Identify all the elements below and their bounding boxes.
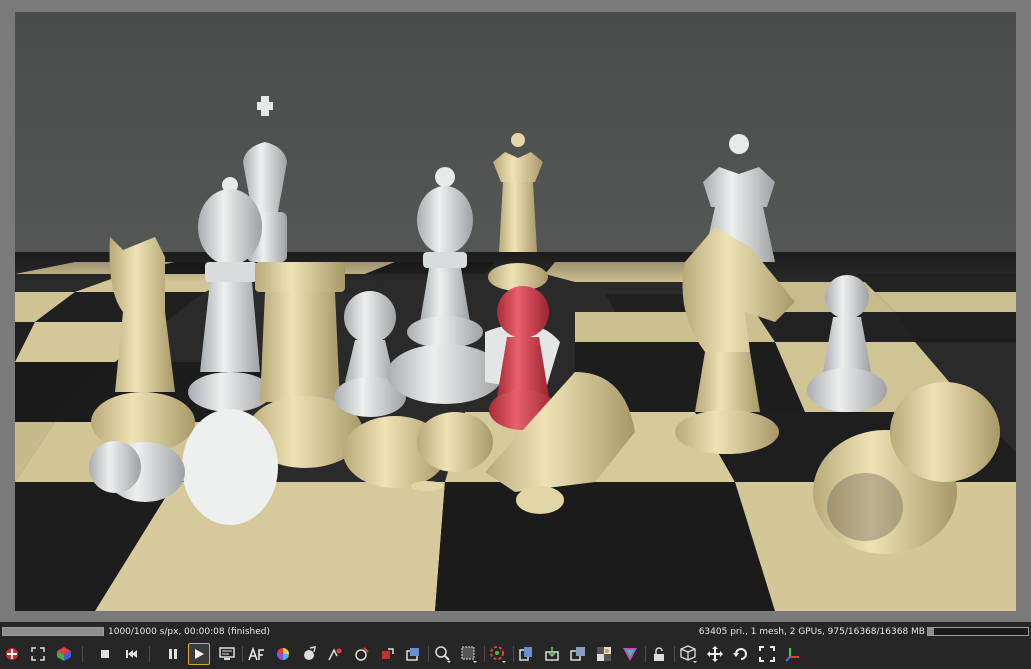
pause-render-button[interactable] [162, 643, 184, 665]
toolbar-separator [242, 646, 243, 662]
colour-gamut-icon [623, 648, 637, 661]
open-scene-icon [6, 648, 18, 660]
toolbar-separator [484, 646, 485, 662]
colour-gamut-button[interactable] [619, 643, 641, 665]
render-viewport[interactable] [15, 12, 1016, 611]
material-picker-icon [304, 646, 316, 660]
region-pick-icon [355, 647, 369, 661]
move-button[interactable] [704, 643, 726, 665]
save-icon [545, 647, 559, 661]
open-scene-button[interactable] [1, 643, 23, 665]
axes-button[interactable] [782, 643, 804, 665]
texture-button[interactable] [593, 643, 615, 665]
toolbar-separator [513, 646, 514, 662]
restart-render-icon [126, 650, 137, 658]
color-wheel-icon [277, 648, 289, 660]
export-button[interactable] [402, 643, 424, 665]
box-icon [680, 645, 697, 663]
render-progress-text: 1000/1000 s/px, 00:00:08 (finished) [108, 627, 271, 637]
memory-usage-fill [928, 628, 934, 635]
region-render-icon [382, 648, 394, 659]
toolbar-separator [428, 646, 429, 662]
material-picker-button[interactable] [298, 643, 320, 665]
zoom-button[interactable] [432, 643, 454, 665]
axes-icon [785, 648, 799, 662]
render-region-button[interactable] [458, 643, 480, 665]
rotate-icon [733, 648, 747, 660]
toolbar-separator [149, 646, 150, 662]
texture-icon [597, 647, 611, 661]
start-render-icon [195, 649, 204, 659]
rgb-cube-button[interactable] [53, 643, 75, 665]
render-passes-button[interactable] [487, 643, 509, 665]
render-progress-bar [2, 627, 104, 636]
render-progress-fill [3, 628, 103, 635]
render-passes-icon [490, 646, 506, 663]
status-bar: 1000/1000 s/px, 00:00:08 (finished) 6340… [0, 624, 1031, 640]
camera-pick-button[interactable] [324, 643, 346, 665]
restart-render-button[interactable] [120, 643, 142, 665]
memory-usage-bar [927, 627, 1029, 636]
rotate-button[interactable] [730, 643, 752, 665]
copy-button[interactable] [515, 643, 537, 665]
rgb-cube-icon [57, 647, 71, 661]
layers-icon [570, 647, 585, 661]
copy-icon [519, 647, 532, 661]
fit-view-icon [31, 647, 45, 661]
move-icon [707, 646, 723, 662]
render-control-panel: 1000/1000 s/px, 00:00:08 (finished) 6340… [0, 622, 1031, 669]
stop-render-button[interactable] [94, 643, 116, 665]
render-region-icon [461, 646, 477, 663]
layers-button[interactable] [567, 643, 589, 665]
fullscreen-icon [759, 646, 775, 662]
zoom-icon [435, 646, 451, 663]
region-pick-button[interactable] [350, 643, 372, 665]
scene-stats-text: 63405 pri., 1 mesh, 2 GPUs, 975/16368/16… [698, 627, 925, 637]
region-render-button[interactable] [376, 643, 398, 665]
toolbar-separator [674, 646, 675, 662]
lock-button[interactable] [648, 643, 670, 665]
color-wheel-button[interactable] [272, 643, 294, 665]
fullscreen-button[interactable] [756, 643, 778, 665]
monitor-button[interactable] [216, 643, 238, 665]
camera-pick-icon [328, 648, 342, 661]
autofocus-button[interactable] [246, 643, 268, 665]
monitor-icon [219, 647, 235, 660]
box-button[interactable] [678, 643, 700, 665]
render-toolbar [0, 640, 1031, 669]
fit-view-button[interactable] [27, 643, 49, 665]
autofocus-icon [248, 646, 264, 661]
stop-render-icon [101, 650, 109, 658]
lock-icon [654, 647, 664, 661]
save-button[interactable] [541, 643, 563, 665]
export-icon [406, 648, 419, 661]
toolbar-separator [82, 646, 83, 662]
start-render-button[interactable] [188, 643, 210, 665]
chess-render-image [15, 12, 1016, 611]
pause-render-icon [169, 649, 177, 659]
toolbar-separator [645, 646, 646, 662]
